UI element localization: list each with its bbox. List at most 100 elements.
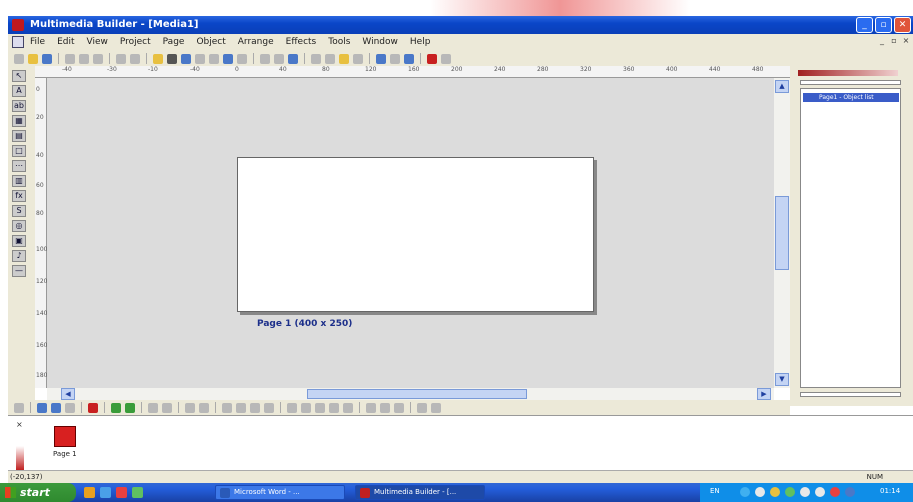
doc-restore-button[interactable]: ▫ xyxy=(889,36,899,47)
redo-icon[interactable] xyxy=(130,53,140,64)
minimize-button[interactable]: _ xyxy=(856,17,873,33)
page-properties-icon[interactable] xyxy=(65,402,75,413)
list-box-tool-icon[interactable]: ▥ xyxy=(12,175,26,187)
zoom-icon[interactable] xyxy=(223,53,233,64)
page-tool-icon[interactable] xyxy=(287,402,297,413)
maximize-button[interactable]: ▫ xyxy=(875,17,892,33)
quicklaunch-icon[interactable] xyxy=(132,487,143,498)
menu-effects[interactable]: Effects xyxy=(286,37,317,47)
bitmap-button-tool-icon[interactable]: ▦ xyxy=(12,115,26,127)
edit-box-tool-icon[interactable]: ▤ xyxy=(12,130,26,142)
horizontal-scroll-thumb[interactable] xyxy=(307,389,527,399)
tray-icon[interactable] xyxy=(830,487,840,497)
vertical-scroll-thumb[interactable] xyxy=(775,196,789,270)
cursor-icon[interactable] xyxy=(325,53,335,64)
app-icon[interactable] xyxy=(12,19,24,31)
menu-edit[interactable]: Edit xyxy=(57,37,74,47)
table-icon[interactable] xyxy=(237,53,247,64)
tray-icon[interactable] xyxy=(770,487,780,497)
panel-footer-box[interactable] xyxy=(800,392,901,397)
taskbar-item-word[interactable]: Microsoft Word - ... xyxy=(215,485,345,500)
preview-icon[interactable] xyxy=(376,53,386,64)
page-new-icon[interactable] xyxy=(14,402,24,413)
document-icon[interactable] xyxy=(12,36,24,48)
language-indicator[interactable]: EN xyxy=(710,487,720,495)
taskbar-item-multimedia-builder[interactable]: Multimedia Builder - [... xyxy=(355,485,485,500)
menu-tools[interactable]: Tools xyxy=(328,37,350,47)
page-next-icon[interactable] xyxy=(125,402,135,413)
page-tool-icon[interactable] xyxy=(222,402,232,413)
clock[interactable]: 01:14 xyxy=(880,487,900,495)
paste-icon[interactable] xyxy=(93,53,103,64)
wizard-icon[interactable] xyxy=(153,53,163,64)
record-icon[interactable] xyxy=(311,53,321,64)
page-tool-icon[interactable] xyxy=(301,402,311,413)
run-icon[interactable] xyxy=(427,53,437,64)
page-tool-icon[interactable] xyxy=(185,402,195,413)
page-tool-icon[interactable] xyxy=(236,402,246,413)
pages-panel-close-icon[interactable]: × xyxy=(16,420,23,429)
horizontal-scrollbar[interactable]: ◀ ▶ xyxy=(47,388,774,400)
animation-tool-icon[interactable]: ◎ xyxy=(12,220,26,232)
page-tool-icon[interactable] xyxy=(366,402,376,413)
menu-page[interactable]: Page xyxy=(163,37,185,47)
menu-help[interactable]: Help xyxy=(410,37,431,47)
quicklaunch-icon[interactable] xyxy=(116,487,127,498)
page-thumbnail[interactable] xyxy=(54,426,76,447)
page-duplicate-icon[interactable] xyxy=(51,402,61,413)
page-list-icon[interactable] xyxy=(181,53,191,64)
object-list[interactable]: Page1 - Object list xyxy=(800,88,901,388)
page-tool-icon[interactable] xyxy=(431,402,441,413)
button-tool-icon[interactable]: ab xyxy=(12,100,26,112)
script-icon[interactable] xyxy=(339,53,349,64)
cut-icon[interactable] xyxy=(65,53,75,64)
object-list-item[interactable]: Page1 - Object list xyxy=(803,93,899,102)
open-folder-icon[interactable] xyxy=(28,53,38,64)
scroll-left-button[interactable]: ◀ xyxy=(61,388,75,400)
menu-view[interactable]: View xyxy=(87,37,108,47)
start-button[interactable]: start xyxy=(0,483,76,502)
quicklaunch-icon[interactable] xyxy=(100,487,111,498)
dropdown-icon[interactable] xyxy=(441,53,451,64)
scroll-right-button[interactable]: ▶ xyxy=(757,388,771,400)
ungroup-icon[interactable] xyxy=(274,53,284,64)
page-properties-icon[interactable] xyxy=(167,53,177,64)
scroll-down-button[interactable]: ▼ xyxy=(775,373,789,386)
panel-combo[interactable] xyxy=(800,80,901,85)
align-icon[interactable] xyxy=(195,53,205,64)
scroll-up-button[interactable]: ▲ xyxy=(775,80,789,93)
rectangle-tool-icon[interactable]: □ xyxy=(12,145,26,157)
tray-icon[interactable] xyxy=(755,487,765,497)
vertical-scrollbar[interactable]: ▲ ▼ xyxy=(774,78,790,388)
layer-icon[interactable] xyxy=(288,53,298,64)
grid-icon[interactable] xyxy=(209,53,219,64)
page-tool-icon[interactable] xyxy=(148,402,158,413)
page-tool-icon[interactable] xyxy=(343,402,353,413)
music-tool-icon[interactable]: ♪ xyxy=(12,250,26,262)
save-icon[interactable] xyxy=(42,53,52,64)
tray-icon[interactable] xyxy=(785,487,795,497)
undo-icon[interactable] xyxy=(116,53,126,64)
page-area[interactable] xyxy=(237,157,594,312)
select-tool-icon[interactable]: ↖ xyxy=(12,70,26,82)
menu-object[interactable]: Object xyxy=(196,37,225,47)
line-tool-icon[interactable]: — xyxy=(12,265,26,277)
compile-icon[interactable] xyxy=(404,53,414,64)
menu-arrange[interactable]: Arrange xyxy=(238,37,274,47)
page-tool-icon[interactable] xyxy=(199,402,209,413)
window-titlebar[interactable]: Multimedia Builder - [Media1] _ ▫ ✕ xyxy=(8,16,913,34)
doc-minimize-button[interactable]: _ xyxy=(877,36,887,47)
text-tool-icon[interactable]: A xyxy=(12,85,26,97)
menu-project[interactable]: Project xyxy=(120,37,151,47)
tray-icon[interactable] xyxy=(815,487,825,497)
link-icon[interactable] xyxy=(353,53,363,64)
close-button[interactable]: ✕ xyxy=(894,17,911,33)
tray-icon[interactable] xyxy=(800,487,810,497)
copy-icon[interactable] xyxy=(79,53,89,64)
page-delete-icon[interactable] xyxy=(88,402,98,413)
page-canvas[interactable]: Page 1 (400 x 250) xyxy=(47,78,774,388)
network-icon[interactable] xyxy=(740,487,750,497)
page-tool-icon[interactable] xyxy=(417,402,427,413)
page-prev-icon[interactable] xyxy=(111,402,121,413)
page-tool-icon[interactable] xyxy=(329,402,339,413)
